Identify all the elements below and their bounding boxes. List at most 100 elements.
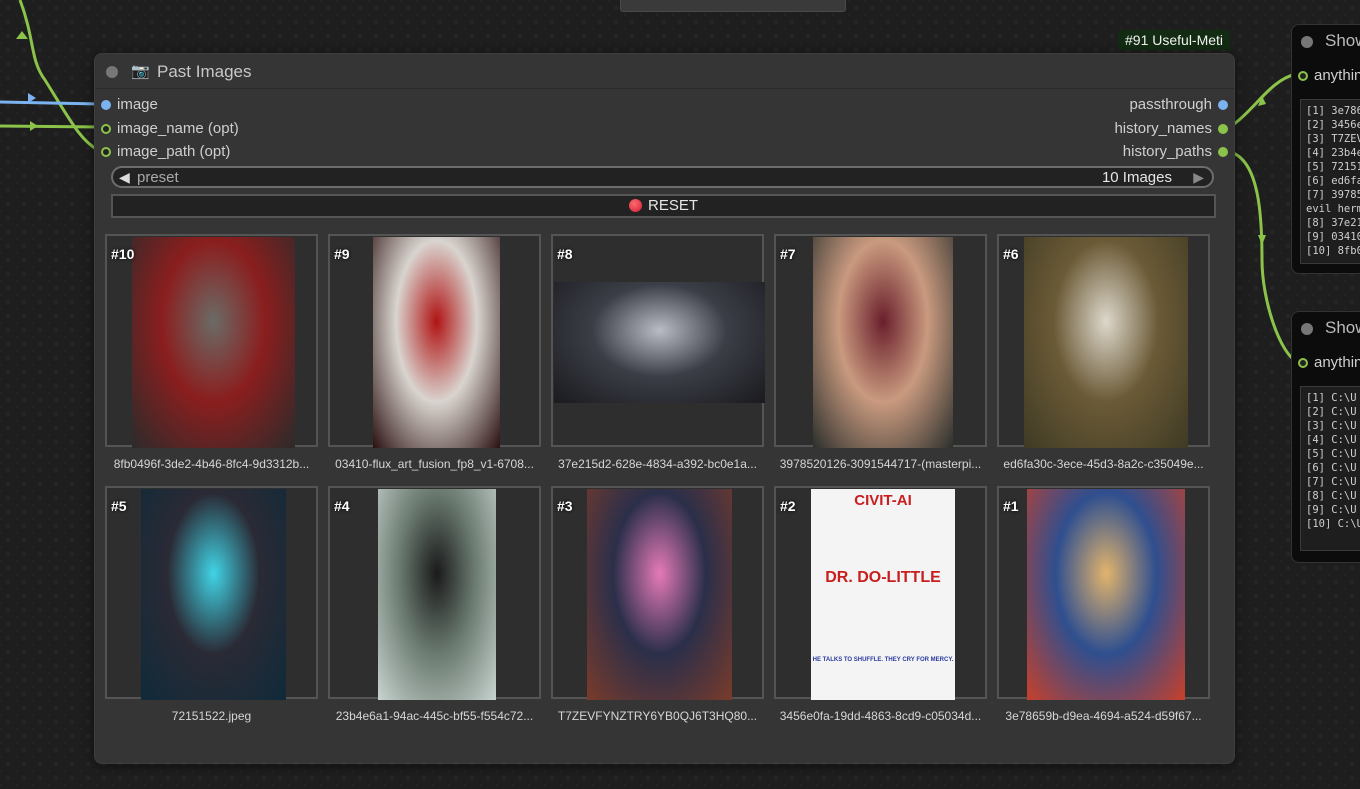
input-slot-image-path[interactable]: image_path (opt) [101,143,230,161]
image-number: #5 [111,498,127,514]
collapse-toggle[interactable] [1301,36,1313,48]
text-line: [8] 37e21 [1306,217,1360,229]
text-line: [9] 03410 [1306,231,1360,243]
input-slot-anything[interactable]: anythin [1298,67,1360,84]
image-caption: 72151522.jpeg [171,709,252,723]
image-thumbnail[interactable] [1024,237,1188,448]
output-dot[interactable] [1218,100,1228,110]
poster-tagline: HE TALKS TO SHUFFLE. THEY CRY FOR MERCY. [812,657,954,663]
image-caption: 3e78659b-d9ea-4694-a524-d59f67... [1005,709,1202,723]
image-thumbnail[interactable]: CIVIT-AI DR. DO-LITTLE HE TALKS TO SHUFFLE… [811,489,955,700]
image-thumbnail[interactable] [813,237,953,448]
image-frame[interactable] [328,234,541,448]
output-dot[interactable] [1218,147,1228,157]
arrow-right-icon[interactable]: ▶ [1193,169,1204,186]
text-line: [3] C:\U [1306,420,1357,432]
text-line: [5] 72151 [1306,161,1360,173]
image-caption: T7ZEVFYNZTRY6YB0QJ6T3HQ80... [557,709,758,723]
poster-title: CIVIT-AI [854,492,912,509]
show-node-title: Show [1325,31,1360,50]
top-node-stub[interactable] [620,0,846,12]
red-circle-icon [628,199,642,212]
show-node-2[interactable]: Show anythin [1] C:\U [2] C:\U [3] C:\U [4]… [1291,311,1360,563]
node-title: Past Images [157,62,252,81]
node-badge: #91 Useful-Meti [1118,30,1231,50]
image-number: #6 [1003,246,1019,262]
image-number: #3 [557,498,573,514]
image-caption: 3456e0fa-19dd-4863-8cd9-c05034d... [779,709,982,723]
show-text-output[interactable]: [1] C:\U [2] C:\U [3] C:\U [4] C:\U [5] C:\U… [1300,386,1360,551]
preset-value: 10 Images [1101,169,1172,186]
text-line: [4] 23b4e [1306,147,1360,159]
input-dot[interactable] [1298,358,1308,368]
text-line: [6] C:\U [1306,462,1357,474]
text-line: [2] 3456e [1306,119,1360,131]
image-thumbnail[interactable] [554,282,765,403]
input-slot-anything[interactable]: anythin [1298,354,1360,371]
image-frame[interactable] [997,486,1210,700]
image-caption: 8fb0496f-3de2-4b46-8fc4-9d3312b... [113,457,310,471]
text-line: evil herm [1306,203,1360,215]
show-node-1[interactable]: Show anythin [1] 3e786 [2] 3456e [3] T7ZEV… [1291,24,1360,274]
image-frame[interactable] [328,486,541,700]
text-line: [10] 8fb0 [1306,245,1360,257]
image-number: #1 [1003,498,1019,514]
input-dot[interactable] [101,147,111,157]
preset-combo[interactable]: ◀ preset 10 Images ▶ [111,166,1214,188]
text-line: [1] C:\U [1306,392,1357,404]
input-slot-image[interactable]: image [101,96,158,114]
output-slot-history-paths[interactable]: history_paths [1123,143,1228,161]
input-slot-image-name[interactable]: image_name (opt) [101,120,239,138]
image-frame[interactable] [551,486,764,700]
text-line: [1] 3e786 [1306,105,1360,117]
output-slot-passthrough[interactable]: passthrough [1129,96,1228,114]
collapse-toggle[interactable] [1301,323,1313,335]
text-line: [10] C:\U [1306,518,1360,530]
slot-label: history_paths [1122,143,1212,160]
input-dot[interactable] [101,100,111,110]
show-text-output[interactable]: [1] 3e786 [2] 3456e [3] T7ZEV [4] 23b4e [5] … [1300,99,1360,264]
image-frame[interactable] [997,234,1210,448]
past-images-node[interactable]: 📷 Past Images image image_name (opt) ima… [94,53,1235,764]
slot-label: history_names [1114,120,1212,137]
reset-button[interactable]: RESET [111,194,1216,218]
image-number: #4 [334,498,350,514]
slot-label: image_path (opt) [117,143,231,160]
text-line: [8] C:\U [1306,490,1357,502]
image-caption: ed6fa30c-3ece-45d3-8a2c-c35049e... [1003,457,1204,471]
arrow-left-icon[interactable]: ◀ [119,169,130,186]
image-number: #8 [557,246,573,262]
image-thumbnail[interactable] [1027,489,1185,700]
image-thumbnail[interactable] [132,237,295,448]
collapse-toggle[interactable] [106,66,118,78]
slot-label: passthrough [1129,96,1212,113]
image-thumbnail[interactable] [587,489,732,700]
camera-icon: 📷 [131,63,150,80]
image-thumbnail[interactable] [378,489,496,700]
image-frame[interactable] [774,234,987,448]
poster-subtitle: DR. DO-LITTLE [825,569,941,586]
image-thumbnail[interactable] [373,237,500,448]
image-caption: 03410-flux_art_fusion_fp8_v1-6708... [335,457,534,471]
slot-label: anythin [1314,67,1360,84]
output-slot-history-names[interactable]: history_names [1114,120,1228,138]
output-dot[interactable] [1218,124,1228,134]
text-line: [3] T7ZEV [1306,133,1360,145]
show-node-title: Show [1325,318,1360,337]
image-number: #2 [780,498,796,514]
image-number: #7 [780,246,796,262]
node-header[interactable]: 📷 Past Images [95,54,1234,89]
image-frame[interactable] [551,234,765,447]
image-thumbnail[interactable] [141,489,286,700]
image-number: #9 [334,246,350,262]
input-dot[interactable] [101,124,111,134]
text-line: [4] C:\U [1306,434,1357,446]
image-caption: 37e215d2-628e-4834-a392-bc0e1a... [558,457,757,471]
image-frame[interactable] [105,486,318,700]
slot-label: image_name (opt) [117,120,239,137]
image-caption: 23b4e6a1-94ac-445c-bf55-f554c72... [335,709,534,723]
image-caption: 3978520126-3091544717-(masterpi... [779,457,982,471]
image-frame[interactable]: CIVIT-AI DR. DO-LITTLE HE TALKS TO SHUFFLE… [774,486,987,700]
input-dot[interactable] [1298,71,1308,81]
image-frame[interactable] [105,234,318,448]
